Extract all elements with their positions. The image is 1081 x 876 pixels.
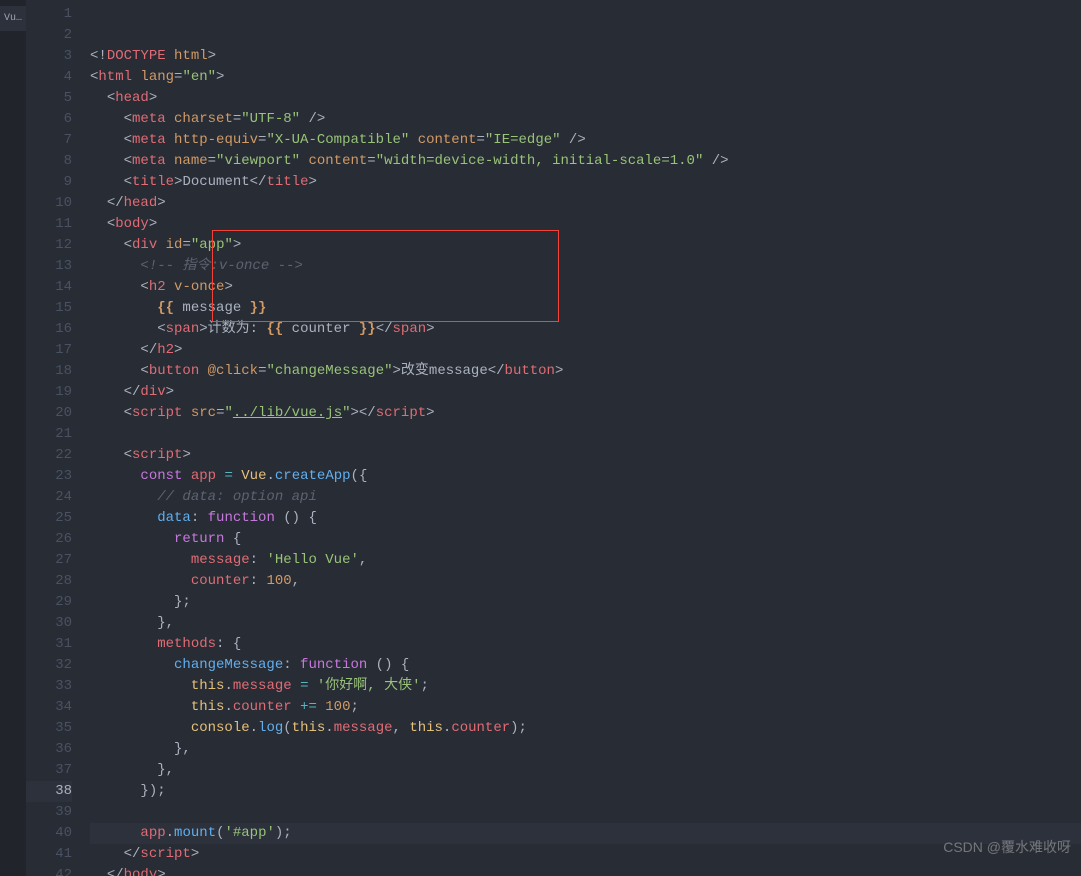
code-line[interactable]: <script>: [90, 445, 1081, 466]
line-number[interactable]: 20: [26, 403, 72, 424]
line-number[interactable]: 39: [26, 802, 72, 823]
line-number[interactable]: 26: [26, 529, 72, 550]
code-line[interactable]: </head>: [90, 193, 1081, 214]
code-line[interactable]: <span>计数为: {{ counter }}</span>: [90, 319, 1081, 340]
line-number[interactable]: 7: [26, 130, 72, 151]
code-line[interactable]: <meta http-equiv="X-UA-Compatible" conte…: [90, 130, 1081, 151]
line-number[interactable]: 21: [26, 424, 72, 445]
line-number[interactable]: 31: [26, 634, 72, 655]
line-number[interactable]: 36: [26, 739, 72, 760]
file-sidebar[interactable]: Vu…: [0, 0, 26, 876]
code-line[interactable]: <html lang="en">: [90, 67, 1081, 88]
sidebar-tab[interactable]: Vu…: [0, 6, 26, 31]
line-number[interactable]: 11: [26, 214, 72, 235]
code-line[interactable]: <!DOCTYPE html>: [90, 46, 1081, 67]
line-number[interactable]: 19: [26, 382, 72, 403]
code-line[interactable]: {{ message }}: [90, 298, 1081, 319]
line-number[interactable]: 40: [26, 823, 72, 844]
code-line[interactable]: <head>: [90, 88, 1081, 109]
line-number[interactable]: 18: [26, 361, 72, 382]
line-number[interactable]: 25: [26, 508, 72, 529]
line-number[interactable]: 41: [26, 844, 72, 865]
line-number[interactable]: 28: [26, 571, 72, 592]
line-number[interactable]: 3: [26, 46, 72, 67]
code-line[interactable]: [90, 424, 1081, 445]
line-number[interactable]: 24: [26, 487, 72, 508]
code-line[interactable]: message: 'Hello Vue',: [90, 550, 1081, 571]
line-number[interactable]: 5: [26, 88, 72, 109]
code-line[interactable]: </h2>: [90, 340, 1081, 361]
code-area[interactable]: <!DOCTYPE html><html lang="en"> <head> <…: [90, 0, 1081, 876]
code-line[interactable]: const app = Vue.createApp({: [90, 466, 1081, 487]
line-number[interactable]: 22: [26, 445, 72, 466]
line-number[interactable]: 1: [26, 4, 72, 25]
line-number[interactable]: 4: [26, 67, 72, 88]
code-line[interactable]: this.message = '你好啊, 大侠';: [90, 676, 1081, 697]
line-number[interactable]: 15: [26, 298, 72, 319]
code-line[interactable]: <script src="../lib/vue.js"></script>: [90, 403, 1081, 424]
code-line[interactable]: app.mount('#app');: [90, 823, 1081, 844]
line-number[interactable]: 13: [26, 256, 72, 277]
code-line[interactable]: });: [90, 781, 1081, 802]
code-line[interactable]: },: [90, 760, 1081, 781]
line-number[interactable]: 14: [26, 277, 72, 298]
line-number[interactable]: 17: [26, 340, 72, 361]
code-line[interactable]: console.log(this.message, this.counter);: [90, 718, 1081, 739]
code-line[interactable]: // data: option api: [90, 487, 1081, 508]
code-line[interactable]: },: [90, 739, 1081, 760]
code-line[interactable]: <meta charset="UTF-8" />: [90, 109, 1081, 130]
line-number[interactable]: 37: [26, 760, 72, 781]
line-number[interactable]: 34: [26, 697, 72, 718]
code-line[interactable]: <title>Document</title>: [90, 172, 1081, 193]
code-editor: Vu… 123456789101112131415161718192021222…: [0, 0, 1081, 876]
code-line[interactable]: };: [90, 592, 1081, 613]
line-number[interactable]: 23: [26, 466, 72, 487]
watermark: CSDN @覆水难收呀: [943, 837, 1071, 858]
code-line[interactable]: <body>: [90, 214, 1081, 235]
code-line[interactable]: <meta name="viewport" content="width=dev…: [90, 151, 1081, 172]
line-number[interactable]: 9: [26, 172, 72, 193]
line-number[interactable]: 12: [26, 235, 72, 256]
code-line[interactable]: </body>: [90, 865, 1081, 876]
line-number[interactable]: 29: [26, 592, 72, 613]
code-line[interactable]: data: function () {: [90, 508, 1081, 529]
code-line[interactable]: </script>: [90, 844, 1081, 865]
code-line[interactable]: <div id="app">: [90, 235, 1081, 256]
code-line[interactable]: <button @click="changeMessage">改变message…: [90, 361, 1081, 382]
code-line[interactable]: [90, 802, 1081, 823]
line-number-gutter: 1234567891011121314151617181920212223242…: [26, 0, 90, 876]
line-number[interactable]: 35: [26, 718, 72, 739]
line-number[interactable]: 33: [26, 676, 72, 697]
line-number[interactable]: 30: [26, 613, 72, 634]
code-line[interactable]: <!-- 指令:v-once -->: [90, 256, 1081, 277]
line-number[interactable]: 10: [26, 193, 72, 214]
line-number[interactable]: 42: [26, 865, 72, 876]
line-number[interactable]: 38: [26, 781, 72, 802]
code-line[interactable]: },: [90, 613, 1081, 634]
code-line[interactable]: </div>: [90, 382, 1081, 403]
code-line[interactable]: changeMessage: function () {: [90, 655, 1081, 676]
line-number[interactable]: 6: [26, 109, 72, 130]
line-number[interactable]: 16: [26, 319, 72, 340]
line-number[interactable]: 27: [26, 550, 72, 571]
code-line[interactable]: methods: {: [90, 634, 1081, 655]
code-line[interactable]: <h2 v-once>: [90, 277, 1081, 298]
line-number[interactable]: 32: [26, 655, 72, 676]
code-line[interactable]: this.counter += 100;: [90, 697, 1081, 718]
code-line[interactable]: return {: [90, 529, 1081, 550]
line-number[interactable]: 2: [26, 25, 72, 46]
code-line[interactable]: counter: 100,: [90, 571, 1081, 592]
line-number[interactable]: 8: [26, 151, 72, 172]
